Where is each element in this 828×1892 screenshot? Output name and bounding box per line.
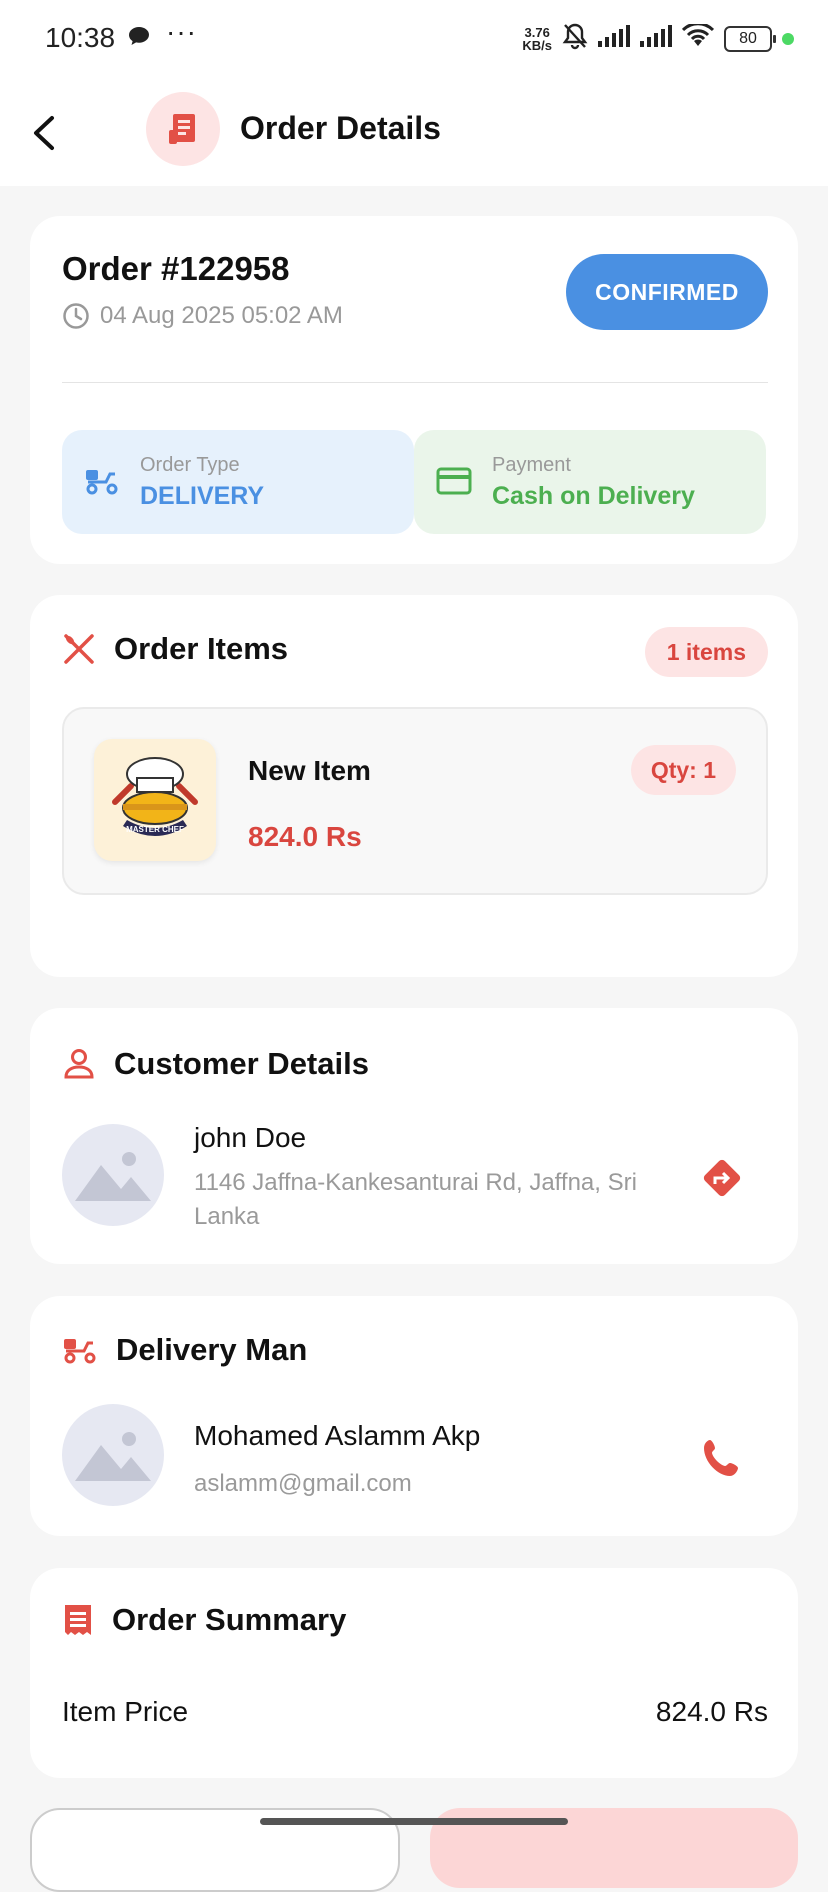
summary-header: Order Summary xyxy=(62,1602,346,1638)
payment-box: Payment Cash on Delivery xyxy=(414,430,766,534)
item-qty-badge: Qty: 1 xyxy=(630,745,736,795)
customer-avatar xyxy=(62,1124,164,1226)
order-items-card: Order Items 1 items MASTER CHEF New Item… xyxy=(30,595,798,977)
summary-row: Item Price 824.0 Rs xyxy=(62,1696,768,1728)
order-type-label: Order Type xyxy=(140,454,240,476)
battery-indicator: 80 xyxy=(724,25,776,52)
directions-button[interactable] xyxy=(700,1156,744,1205)
mute-bell-icon xyxy=(562,22,588,55)
person-icon xyxy=(64,1049,94,1079)
order-items-title: Order Items xyxy=(114,631,289,666)
image-placeholder-icon xyxy=(75,1152,151,1201)
order-type-value: DELIVERY xyxy=(140,482,265,510)
page-title: Order Details xyxy=(240,110,441,146)
payment-value: Cash on Delivery xyxy=(492,482,695,510)
delivery-email: aslamm@gmail.com xyxy=(194,1470,412,1497)
items-count-badge: 1 items xyxy=(644,627,768,677)
summary-title: Order Summary xyxy=(112,1602,347,1637)
order-items-header: Order Items xyxy=(62,631,288,667)
item-name: New Item xyxy=(248,755,371,786)
customer-card: Customer Details john Doe 1146 Jaffna-Ka… xyxy=(30,1008,798,1264)
receipt-icon xyxy=(169,114,195,144)
active-indicator-dot xyxy=(782,32,794,45)
item-price: 824.0 Rs xyxy=(248,821,362,852)
order-date-row: 04 Aug 2025 05:02 AM xyxy=(62,302,343,330)
scooter-icon xyxy=(86,470,118,495)
clock-icon xyxy=(63,303,89,329)
summary-row-label: Item Price xyxy=(62,1696,189,1727)
status-time: 10:38 xyxy=(45,22,116,53)
phone-icon xyxy=(704,1440,738,1476)
summary-row-value: 824.0 Rs xyxy=(655,1696,768,1727)
back-button[interactable] xyxy=(28,108,68,158)
logo-text: MASTER CHEF xyxy=(126,825,184,834)
signal-strength-icon-1 xyxy=(598,25,630,52)
customer-title: Customer Details xyxy=(114,1046,369,1081)
receipt-badge xyxy=(146,92,220,166)
more-notifications-icon: ··· xyxy=(166,16,197,47)
scooter-icon xyxy=(64,1339,96,1364)
directions-icon xyxy=(703,1159,741,1197)
order-date: 04 Aug 2025 05:02 AM xyxy=(100,302,343,329)
delivery-header: Delivery Man xyxy=(62,1332,307,1368)
customer-name: john Doe xyxy=(194,1122,307,1153)
delivery-name: Mohamed Aslamm Akp xyxy=(194,1420,481,1451)
delivery-title: Delivery Man xyxy=(116,1332,308,1367)
delivery-card: Delivery Man Mohamed Aslamm Akp aslamm@g… xyxy=(30,1296,798,1536)
receipt-icon xyxy=(65,1605,91,1635)
delivery-avatar xyxy=(62,1404,164,1506)
image-placeholder-icon xyxy=(75,1432,151,1481)
signal-strength-icon-2 xyxy=(640,25,672,52)
customer-address: 1146 Jaffna-Kankesanturai Rd, Jaffna, Sr… xyxy=(194,1169,637,1230)
utensils-icon xyxy=(64,634,94,664)
app-bar: Order Details xyxy=(0,80,828,186)
order-status-badge: CONFIRMED xyxy=(566,254,768,330)
arrow-back-icon xyxy=(34,116,54,150)
customer-header: Customer Details xyxy=(62,1046,369,1082)
order-summary-card: Order Summary Item Price 824.0 Rs xyxy=(30,1568,798,1778)
order-item[interactable]: MASTER CHEF New Item 824.0 Rs Qty: 1 xyxy=(62,707,768,895)
home-indicator xyxy=(260,1818,568,1825)
order-id: Order #122958 xyxy=(62,250,290,287)
status-bar: 10:38 ··· 3.76 KB/s 80 xyxy=(0,0,828,80)
call-button[interactable] xyxy=(700,1436,744,1485)
message-notification-icon xyxy=(128,26,150,51)
wifi-icon xyxy=(681,22,715,53)
order-info-card: Order #122958 04 Aug 2025 05:02 AM CONFI… xyxy=(30,216,798,564)
credit-card-icon xyxy=(436,467,472,495)
payment-label: Payment xyxy=(492,454,571,476)
order-type-box: Order Type DELIVERY xyxy=(62,430,414,534)
network-speed: 3.76 KB/s xyxy=(522,24,552,53)
divider xyxy=(62,382,768,383)
master-chef-logo: MASTER CHEF xyxy=(112,757,198,836)
item-image: MASTER CHEF xyxy=(94,739,216,861)
